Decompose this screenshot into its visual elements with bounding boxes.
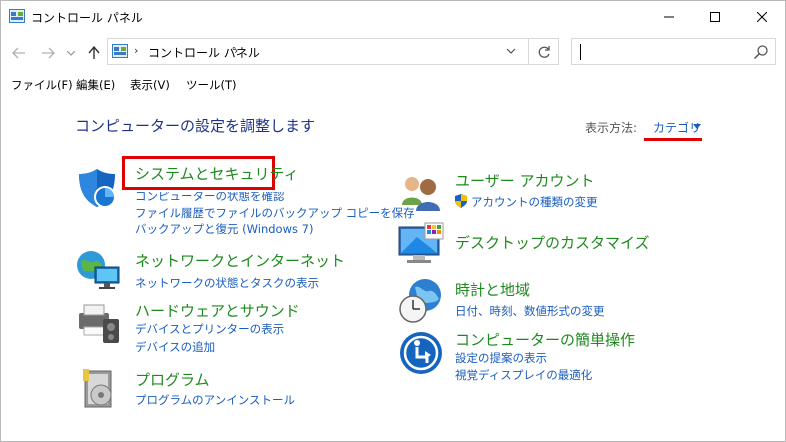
main-content: コンピューターの設定を調整します 表示方法: カテゴリ システムとセキュリティ … (1, 97, 785, 442)
users-icon[interactable] (397, 169, 445, 217)
dropdown-arrow-icon[interactable] (693, 124, 701, 129)
back-button[interactable] (9, 43, 29, 63)
link-suggested-settings[interactable]: 設定の提案の表示 (455, 350, 547, 366)
breadcrumb-separator[interactable]: › (234, 44, 238, 57)
menu-file[interactable]: ファイル(F) (11, 77, 73, 93)
breadcrumb-separator[interactable]: › (134, 44, 138, 57)
maximize-button[interactable] (692, 1, 738, 32)
arrow-left-icon (12, 47, 25, 59)
link-add-device[interactable]: デバイスの追加 (135, 339, 215, 355)
recent-locations-button[interactable] (61, 43, 81, 63)
clock-globe-icon[interactable] (397, 277, 445, 325)
search-input[interactable] (576, 42, 746, 61)
printer-icon[interactable] (75, 299, 123, 347)
category-network-internet[interactable]: ネットワークとインターネット (135, 250, 345, 271)
link-change-date-time-format[interactable]: 日付、時刻、数値形式の変更 (455, 303, 605, 319)
up-button[interactable] (84, 43, 104, 63)
menu-edit[interactable]: 編集(E) (76, 77, 115, 93)
category-programs[interactable]: プログラム (135, 369, 210, 390)
control-panel-icon (9, 9, 25, 23)
search-box[interactable] (571, 38, 776, 65)
programs-icon[interactable] (75, 365, 123, 413)
category-system-security[interactable]: システムとセキュリティ (135, 163, 299, 184)
network-icon[interactable] (75, 245, 123, 293)
arrow-right-icon (42, 47, 55, 59)
shield-icon[interactable] (75, 165, 123, 213)
maximize-icon (710, 11, 720, 22)
minimize-icon (664, 16, 674, 17)
control-panel-window: コントロール パネル › コントロール パネル › ファイル(F) 編集(E) … (0, 0, 786, 442)
category-hardware-sound[interactable]: ハードウェアとサウンド (135, 300, 300, 321)
highlight-underline (644, 138, 702, 141)
minimize-button[interactable] (646, 1, 692, 32)
category-ease-of-access[interactable]: コンピューターの簡単操作 (455, 329, 635, 350)
link-uninstall-program[interactable]: プログラムのアンインストール (135, 392, 295, 408)
uac-shield-icon (455, 194, 467, 208)
category-user-accounts[interactable]: ユーザー アカウント (455, 170, 594, 191)
chevron-down-icon[interactable] (506, 48, 516, 56)
close-button[interactable] (739, 1, 785, 32)
refresh-icon (538, 45, 550, 58)
desktop-icon[interactable] (397, 221, 445, 269)
title-bar[interactable]: コントロール パネル (1, 1, 785, 32)
menu-view[interactable]: 表示(V) (130, 77, 170, 93)
link-check-computer-status[interactable]: コンピューターの状態を確認 (135, 192, 285, 204)
link-backup-restore[interactable]: バックアップと復元 (Windows 7) (135, 221, 313, 237)
link-file-history-backup[interactable]: ファイル履歴でファイルのバックアップ コピーを保存 (135, 205, 415, 221)
control-panel-icon (112, 44, 128, 58)
refresh-button[interactable] (529, 38, 559, 65)
close-icon (757, 11, 767, 22)
menu-tools[interactable]: ツール(T) (186, 77, 237, 93)
breadcrumb-control-panel[interactable]: コントロール パネル (148, 44, 260, 61)
search-icon[interactable] (753, 44, 769, 60)
page-title: コンピューターの設定を調整します (75, 117, 316, 135)
menu-bar: ファイル(F) 編集(E) 表示(V) ツール(T) (1, 77, 785, 95)
window-title: コントロール パネル (31, 11, 143, 25)
view-by-label: 表示方法: (585, 121, 638, 135)
category-clock-region[interactable]: 時計と地域 (455, 279, 530, 300)
link-optimize-visual-display[interactable]: 視覚ディスプレイの最適化 (455, 367, 592, 383)
arrow-up-icon (88, 46, 100, 59)
ease-of-access-icon[interactable] (397, 329, 445, 377)
link-network-status[interactable]: ネットワークの状態とタスクの表示 (135, 275, 319, 291)
link-change-account-type[interactable]: アカウントの種類の変更 (471, 194, 598, 210)
chevron-down-icon (67, 50, 75, 56)
address-bar[interactable]: › コントロール パネル › (107, 38, 529, 65)
category-desktop-customization[interactable]: デスクトップのカスタマイズ (455, 232, 650, 253)
link-devices-printers[interactable]: デバイスとプリンターの表示 (135, 321, 284, 337)
forward-button[interactable] (38, 43, 58, 63)
text-caret (580, 44, 581, 60)
